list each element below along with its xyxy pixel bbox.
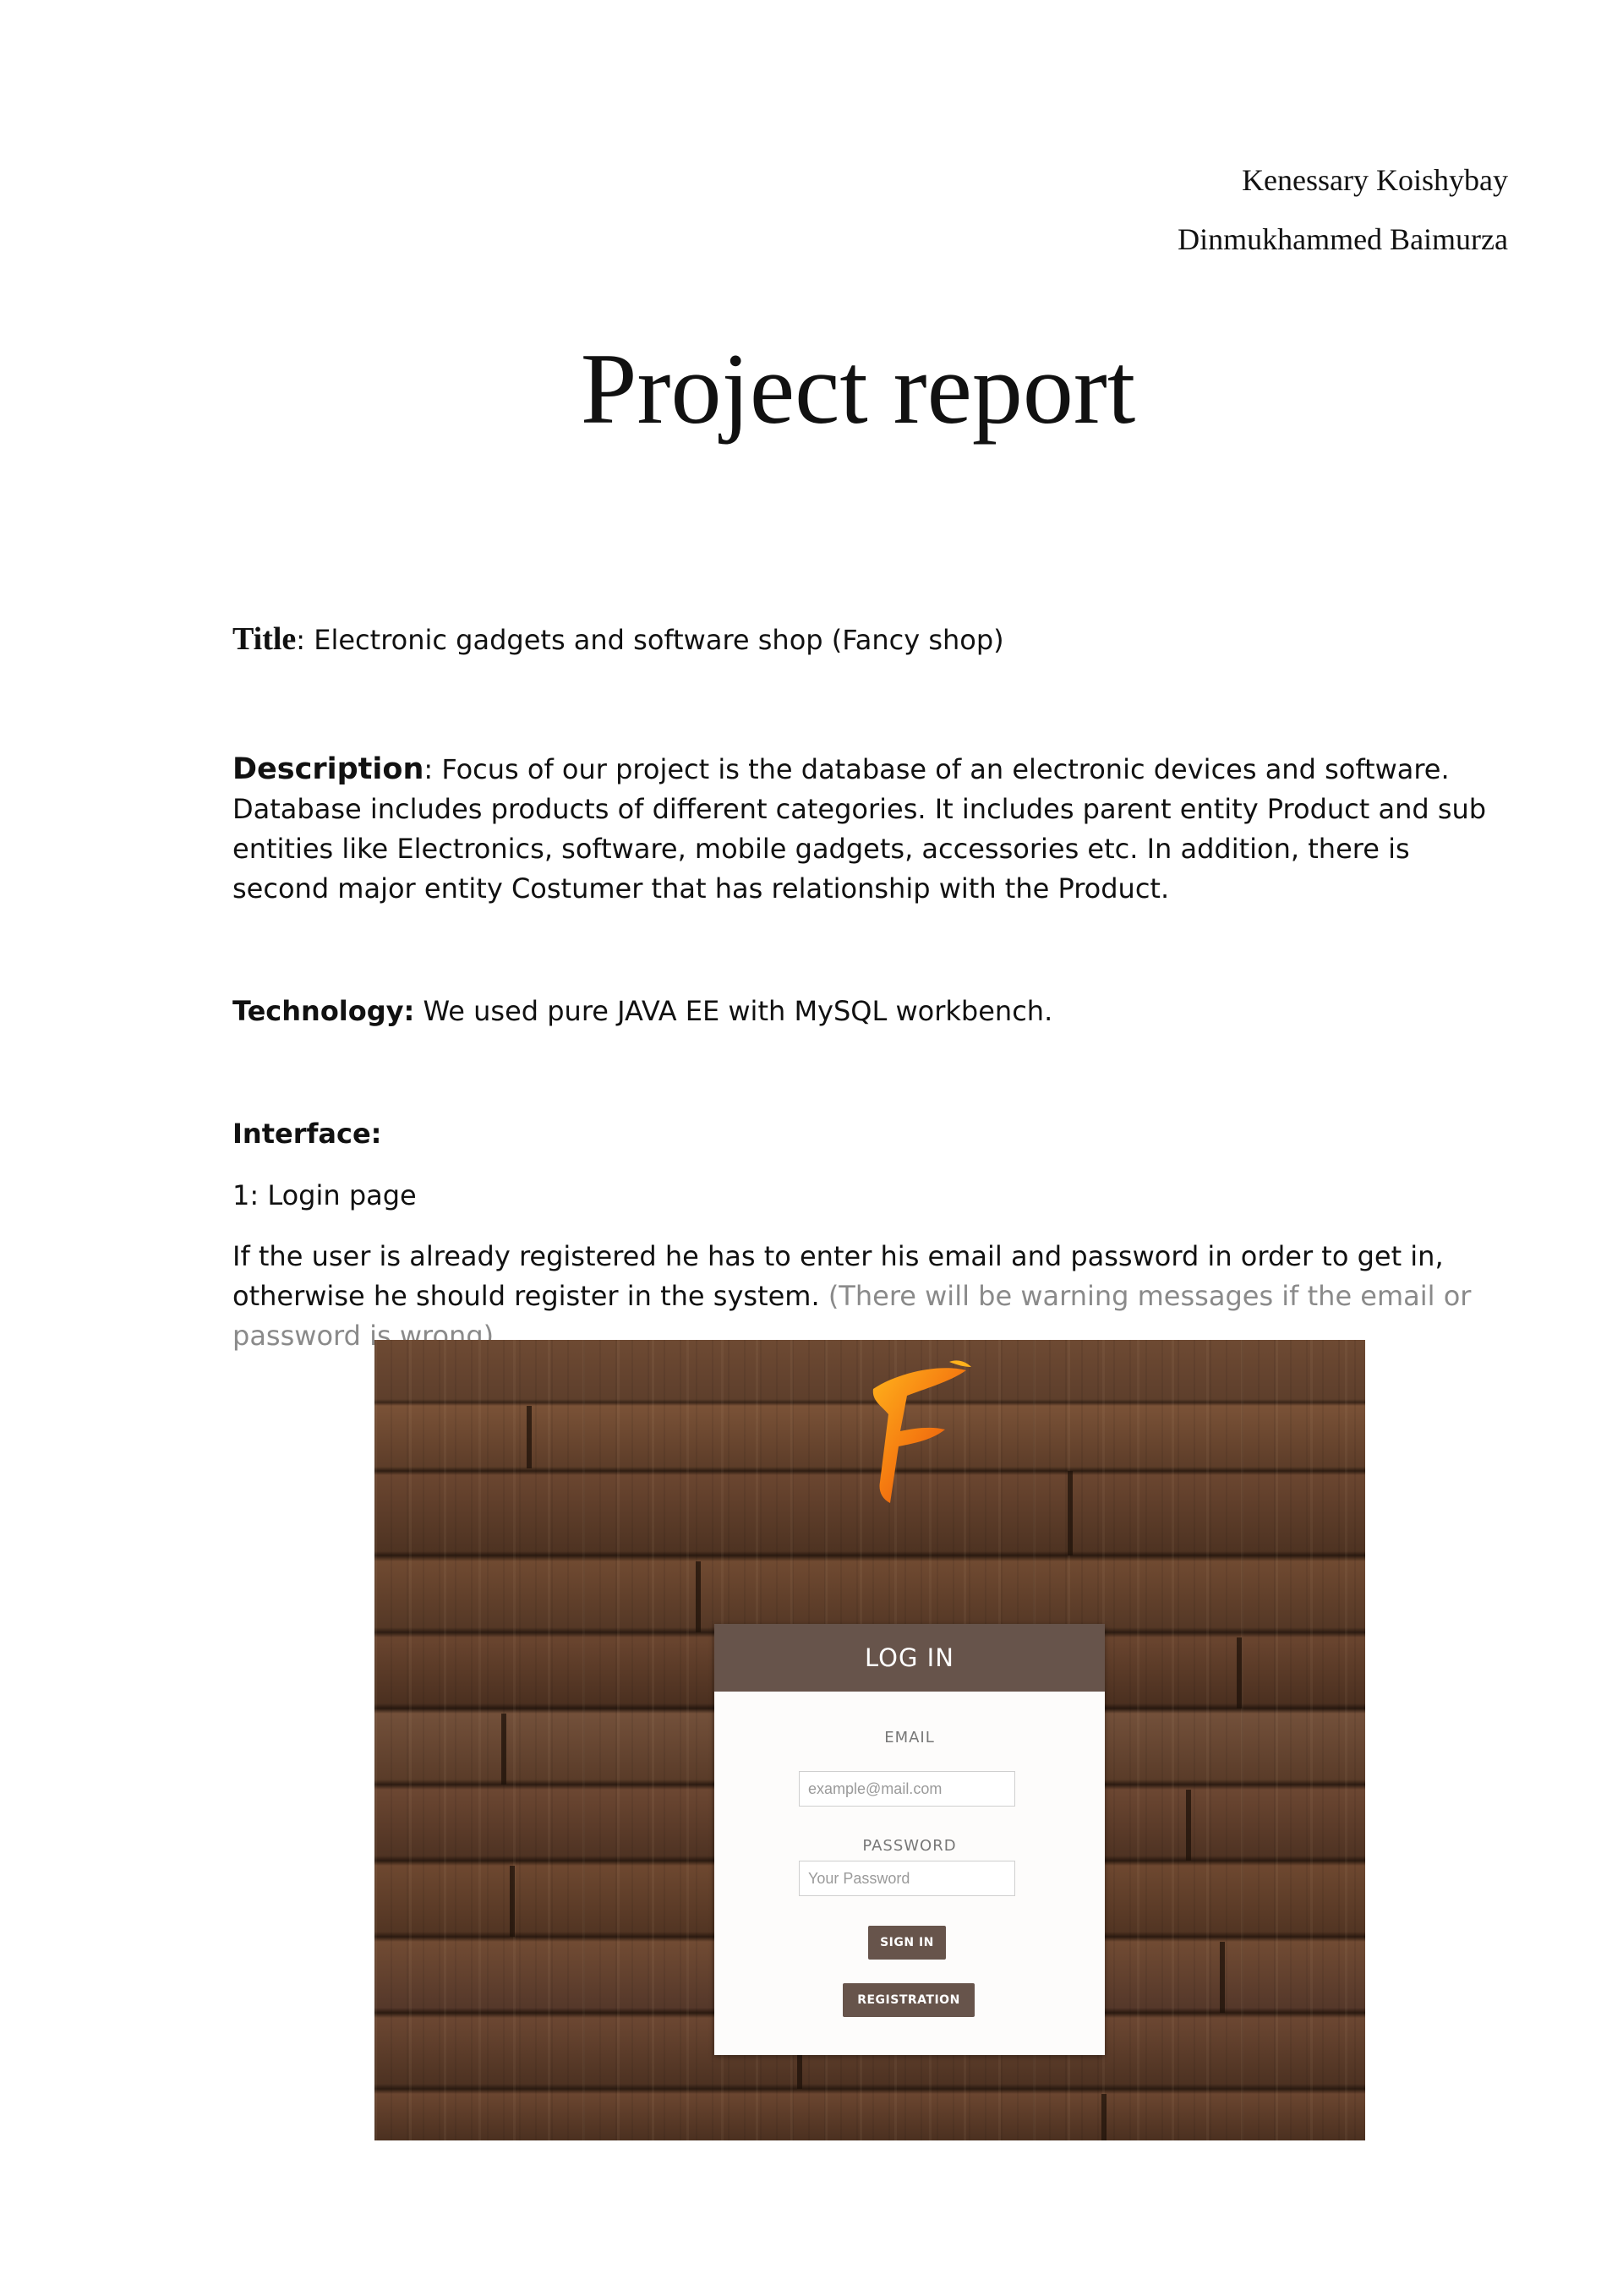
interface-heading: Interface: xyxy=(232,1118,382,1150)
interface-description: If the user is already registered he has… xyxy=(232,1237,1500,1356)
wood-seam xyxy=(1101,2094,1107,2140)
login-header: LOG IN xyxy=(714,1624,1105,1692)
wood-seam xyxy=(1186,1790,1191,1861)
wood-seam xyxy=(1068,1471,1073,1555)
technology-label: Technology: xyxy=(232,995,415,1027)
description-paragraph: Description: Focus of our project is the… xyxy=(232,750,1500,909)
registration-button[interactable]: REGISTRATION xyxy=(843,1983,975,2017)
wood-seam xyxy=(696,1561,701,1632)
password-label: PASSWORD xyxy=(862,1837,957,1855)
author-name: Dinmukhammed Baimurza xyxy=(1178,222,1508,256)
title-text: : Electronic gadgets and software shop (… xyxy=(296,624,1004,656)
email-input[interactable]: example@mail.com xyxy=(799,1771,1015,1807)
email-label: EMAIL xyxy=(884,1729,935,1747)
wood-seam xyxy=(1237,1637,1242,1708)
login-screenshot: LOG IN EMAIL example@mail.com PASSWORD Y… xyxy=(374,1340,1365,2140)
interface-item: 1: Login page xyxy=(232,1179,417,1211)
fancy-f-logo-icon xyxy=(872,1360,971,1503)
technology-text: We used pure JAVA EE with MySQL workbenc… xyxy=(414,995,1053,1027)
title-paragraph: Title: Electronic gadgets and software s… xyxy=(232,620,1500,660)
password-input[interactable]: Your Password xyxy=(799,1861,1015,1896)
authors-block: Kenessary Koishybay Dinmukhammed Baimurz… xyxy=(1178,150,1508,269)
wood-seam xyxy=(501,1714,506,1785)
technology-paragraph: Technology: We used pure JAVA EE with My… xyxy=(232,992,1500,1031)
sign-in-button[interactable]: SIGN IN xyxy=(868,1926,946,1960)
document-title: Project report xyxy=(580,332,1136,445)
title-label: Title xyxy=(232,621,297,657)
author-name: Kenessary Koishybay xyxy=(1242,163,1508,197)
login-panel: LOG IN EMAIL example@mail.com PASSWORD Y… xyxy=(714,1624,1105,2055)
wood-seam xyxy=(510,1866,515,1937)
description-label: Description xyxy=(232,752,424,786)
wood-seam xyxy=(1220,1942,1225,2013)
wood-seam xyxy=(527,1406,532,1468)
